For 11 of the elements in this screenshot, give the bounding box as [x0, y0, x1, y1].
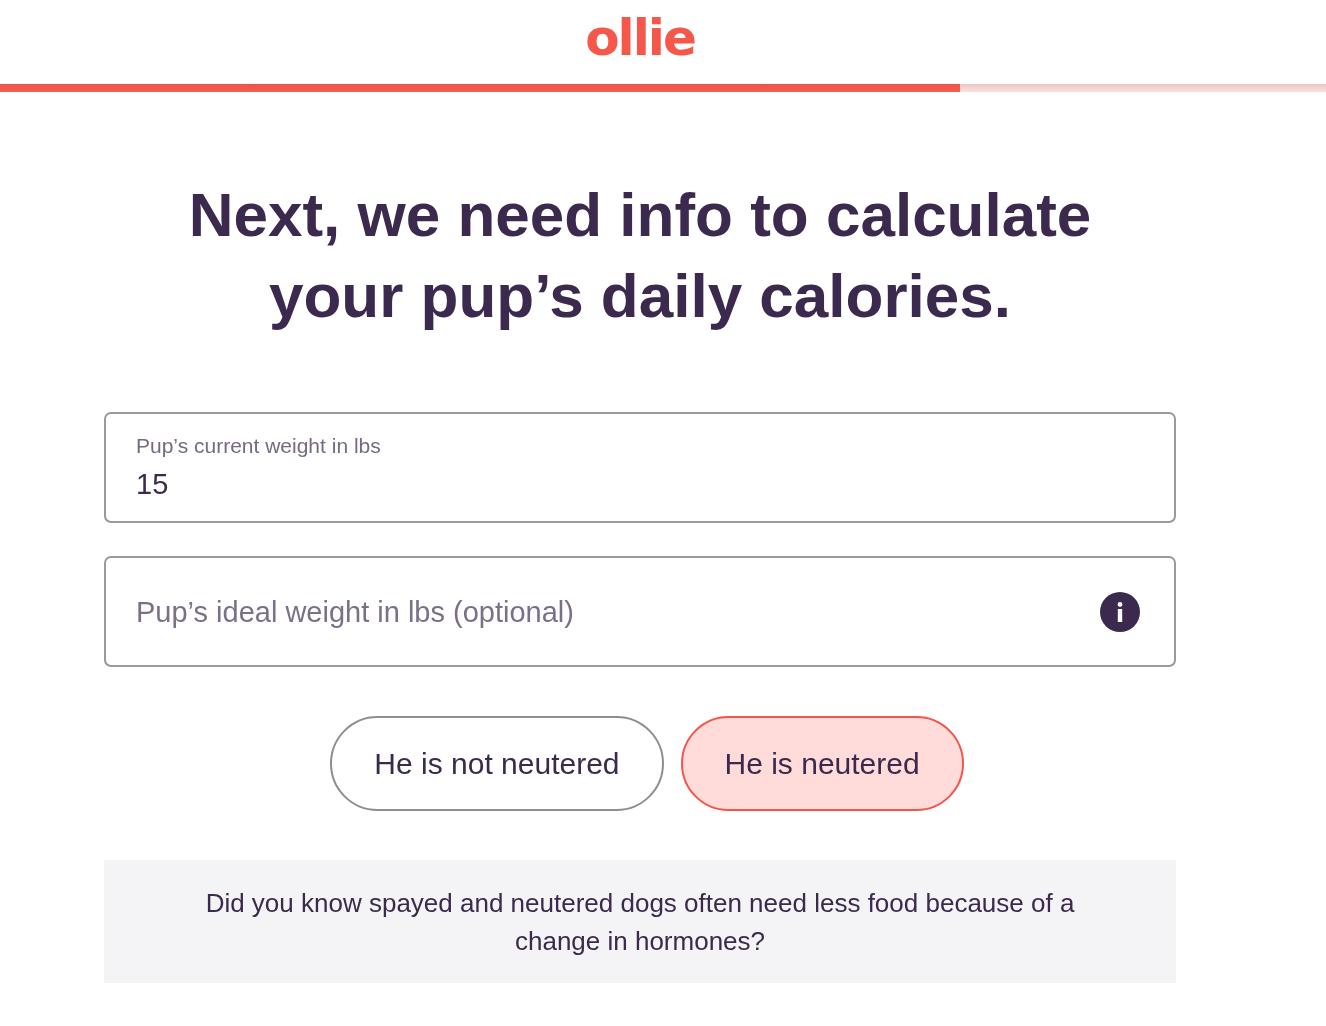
ideal-weight-input-field[interactable]: Pup’s ideal weight in lbs (optional)	[104, 556, 1176, 667]
logo: ollie	[585, 13, 695, 63]
field-value: 15	[136, 467, 169, 502]
field-placeholder: Pup’s ideal weight in lbs (optional)	[136, 594, 574, 630]
page-heading: Next, we need info to calculate your pup’s daily calories.	[187, 179, 1093, 332]
info-icon[interactable]	[1100, 591, 1140, 632]
neuter-option-button[interactable]: He is not neutered	[330, 716, 664, 811]
neuter-option-button[interactable]: He is neutered	[680, 716, 964, 811]
field-label: Pup’s current weight in lbs	[136, 433, 381, 459]
weight-input-field[interactable]: Pup’s current weight in lbs 15	[104, 412, 1176, 523]
tip-text: Did you know spayed and neutered dogs often need less food because of a change in hormones?	[204, 887, 1076, 958]
